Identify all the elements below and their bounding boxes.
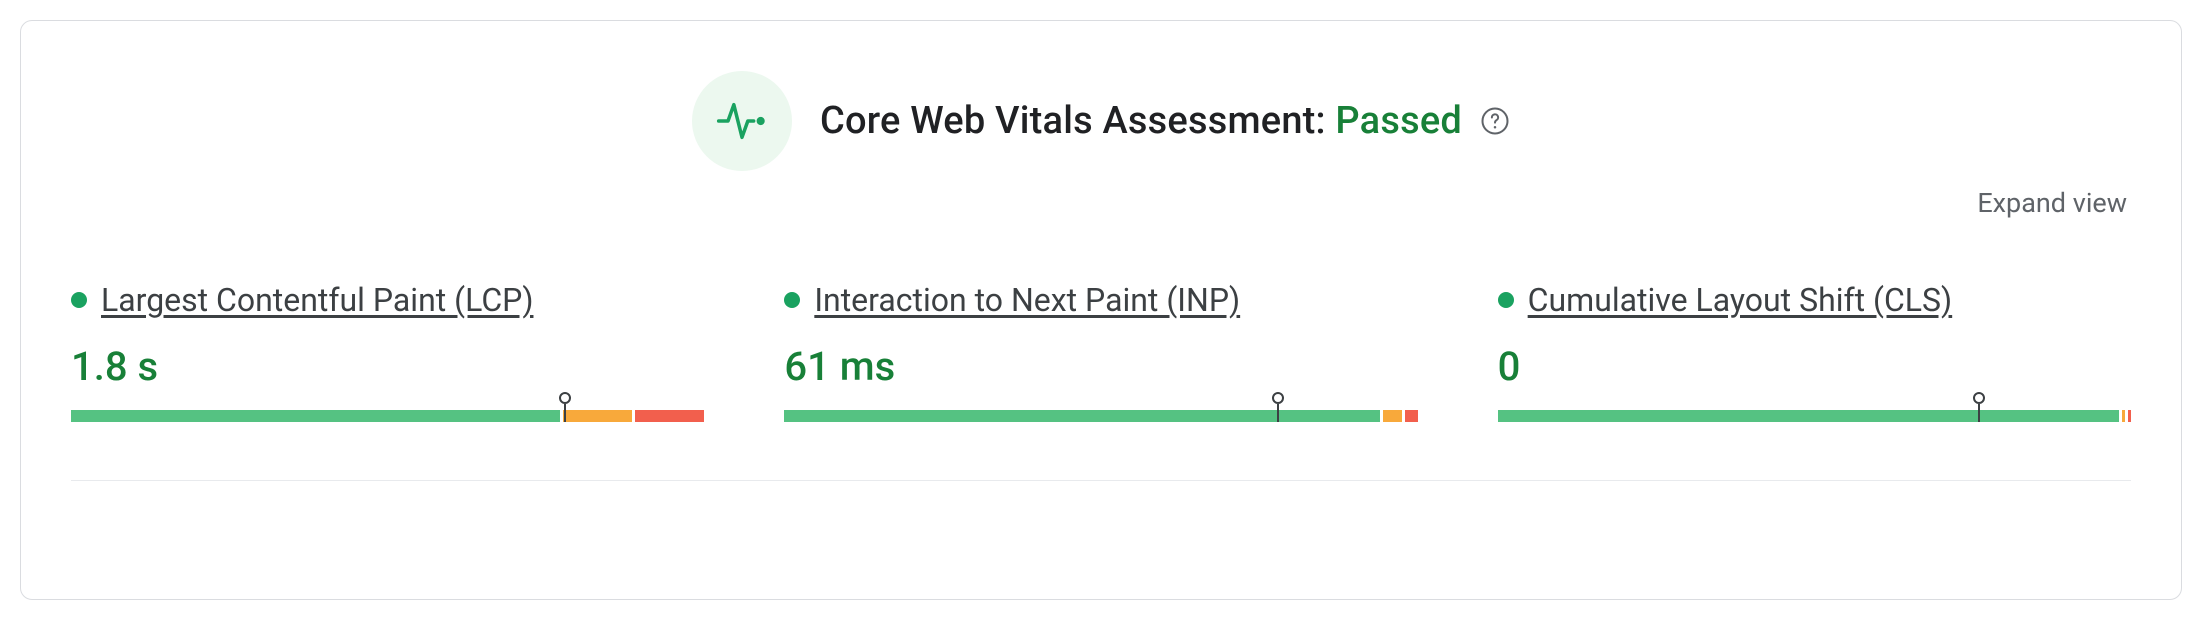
metric-cls-marker-icon	[1973, 392, 1985, 422]
metrics-row: Largest Contentful Paint (LCP) 1.8 s Int…	[71, 281, 2131, 481]
metric-lcp-bar	[71, 396, 704, 424]
bar-segment-poor	[2128, 410, 2131, 422]
bar-segment-good	[71, 410, 560, 422]
bar-segment-needs-improvement	[1383, 410, 1402, 422]
metric-cls-title-row: Cumulative Layout Shift (CLS)	[1498, 281, 2131, 319]
bar-segment-poor	[1405, 410, 1418, 422]
status-dot-icon	[71, 292, 87, 308]
expand-view-button[interactable]: Expand view	[1977, 187, 2127, 219]
assessment-status-icon	[692, 71, 792, 171]
metric-lcp-title-row: Largest Contentful Paint (LCP)	[71, 281, 704, 319]
assessment-title-wrap: Core Web Vitals Assessment: Passed	[820, 99, 1510, 143]
metric-inp: Interaction to Next Paint (INP) 61 ms	[784, 281, 1417, 424]
metric-inp-title[interactable]: Interaction to Next Paint (INP)	[814, 281, 1240, 319]
assessment-status-text: Passed	[1335, 99, 1462, 143]
bar-segment-poor	[635, 410, 704, 422]
bar-segment-needs-improvement	[2122, 410, 2125, 422]
metric-cls-value: 0	[1498, 343, 1521, 390]
core-web-vitals-card: Core Web Vitals Assessment: Passed Expan…	[20, 20, 2182, 600]
help-icon[interactable]	[1480, 106, 1510, 136]
metric-lcp-marker-icon	[559, 392, 571, 422]
metric-cls-title[interactable]: Cumulative Layout Shift (CLS)	[1528, 281, 1953, 319]
bar-segment-good	[784, 410, 1380, 422]
metric-cls-bar	[1498, 396, 2131, 424]
status-dot-icon	[784, 292, 800, 308]
bar-segment-needs-improvement	[563, 410, 632, 422]
assessment-title-prefix: Core Web Vitals Assessment:	[820, 99, 1335, 143]
status-dot-icon	[1498, 292, 1514, 308]
metric-inp-value: 61 ms	[784, 343, 895, 390]
metric-inp-title-row: Interaction to Next Paint (INP)	[784, 281, 1417, 319]
metric-inp-bar	[784, 396, 1417, 424]
metric-lcp: Largest Contentful Paint (LCP) 1.8 s	[71, 281, 704, 424]
assessment-title: Core Web Vitals Assessment: Passed	[820, 99, 1462, 143]
metric-inp-marker-icon	[1272, 392, 1284, 422]
metric-cls: Cumulative Layout Shift (CLS) 0	[1498, 281, 2131, 424]
header-row: Core Web Vitals Assessment: Passed	[71, 71, 2131, 171]
metric-lcp-title[interactable]: Largest Contentful Paint (LCP)	[101, 281, 533, 319]
metric-lcp-value: 1.8 s	[71, 343, 158, 390]
bar-segment-good	[1498, 410, 2119, 422]
